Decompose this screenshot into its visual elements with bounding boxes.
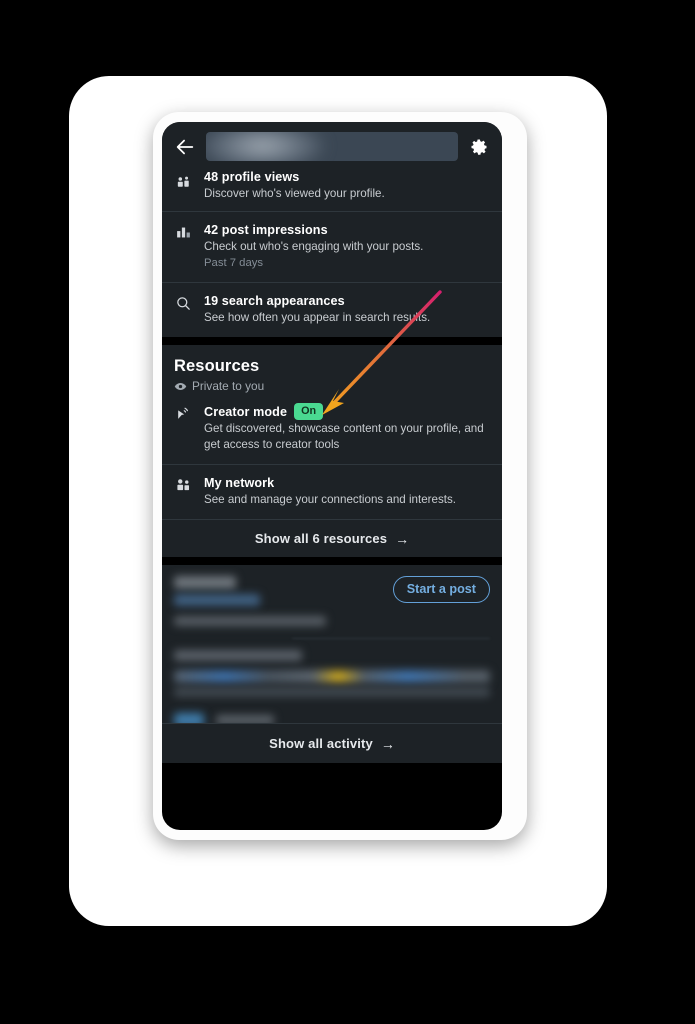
resource-title: Creator mode bbox=[204, 404, 288, 419]
activity-author-redacted bbox=[174, 576, 326, 626]
redacted-post-meta bbox=[174, 650, 302, 661]
arrow-right-icon: → bbox=[395, 530, 410, 547]
resource-row-creator-mode[interactable]: Creator mode On Get discovered, showcase… bbox=[162, 399, 502, 464]
resource-subtitle: Get discovered, showcase content on your… bbox=[204, 422, 484, 451]
stat-subtitle: Discover who's viewed your profile. bbox=[204, 187, 385, 200]
dashboard-stats-card: 48 profile views Discover who's viewed y… bbox=[162, 170, 502, 337]
resource-subtitle: See and manage your connections and inte… bbox=[204, 493, 457, 506]
gear-icon[interactable] bbox=[467, 135, 491, 159]
show-all-activity-label: Show all activity bbox=[269, 736, 373, 751]
search-input[interactable] bbox=[206, 132, 458, 161]
resources-privacy-label: Private to you bbox=[192, 379, 265, 393]
show-all-activity-button[interactable]: Show all activity → bbox=[162, 723, 502, 763]
stat-meta: Past 7 days bbox=[204, 257, 264, 269]
resources-header: Resources Private to you bbox=[162, 345, 502, 399]
bar-chart-icon bbox=[174, 222, 193, 241]
profile-views-icon bbox=[174, 173, 193, 192]
show-all-resources-button[interactable]: Show all 6 resources → bbox=[162, 519, 502, 557]
activity-card: Start a post Show all activity → bbox=[162, 565, 502, 763]
resources-card: Resources Private to you Creator mode On… bbox=[162, 345, 502, 557]
redacted-post-body-line-1 bbox=[174, 670, 490, 683]
redacted-name bbox=[174, 576, 236, 589]
show-all-resources-label: Show all 6 resources bbox=[254, 531, 388, 546]
stat-row-post-impressions[interactable]: 42 post impressions Check out who's enga… bbox=[162, 211, 502, 282]
stat-row-profile-views[interactable]: 48 profile views Discover who's viewed y… bbox=[162, 170, 502, 211]
start-a-post-button[interactable]: Start a post bbox=[392, 576, 490, 603]
arrow-right-icon: → bbox=[380, 735, 395, 752]
stat-title: 42 post impressions bbox=[204, 223, 328, 237]
section-gap bbox=[162, 557, 502, 565]
resources-privacy-note: Private to you bbox=[174, 379, 490, 393]
activity-divider bbox=[292, 638, 490, 639]
stat-row-search-appearances[interactable]: 19 search appearances See how often you … bbox=[162, 282, 502, 337]
eye-icon bbox=[174, 380, 187, 393]
resource-title: My network bbox=[204, 476, 275, 490]
my-network-icon bbox=[174, 475, 193, 494]
stat-title: 48 profile views bbox=[204, 170, 300, 184]
section-gap bbox=[162, 337, 502, 345]
stat-title: 19 search appearances bbox=[204, 294, 345, 308]
redacted-activity-label bbox=[174, 594, 260, 606]
resource-row-my-network[interactable]: My network See and manage your connectio… bbox=[162, 464, 502, 519]
resources-title: Resources bbox=[174, 357, 260, 375]
redacted-subtext bbox=[174, 616, 326, 626]
stat-subtitle: Check out who's engaging with your posts… bbox=[204, 240, 424, 253]
creator-mode-icon bbox=[174, 403, 193, 422]
redacted-post-body-line-2 bbox=[174, 687, 490, 697]
stat-subtitle: See how often you appear in search resul… bbox=[204, 311, 431, 324]
back-arrow-icon[interactable] bbox=[173, 135, 197, 159]
screenshot-canvas: 48 profile views Discover who's viewed y… bbox=[0, 0, 695, 1024]
creator-mode-on-badge: On bbox=[294, 403, 324, 420]
app-header bbox=[162, 122, 502, 171]
search-icon bbox=[174, 293, 193, 312]
activity-header: Start a post bbox=[174, 576, 490, 626]
phone-screen: 48 profile views Discover who's viewed y… bbox=[162, 122, 502, 830]
